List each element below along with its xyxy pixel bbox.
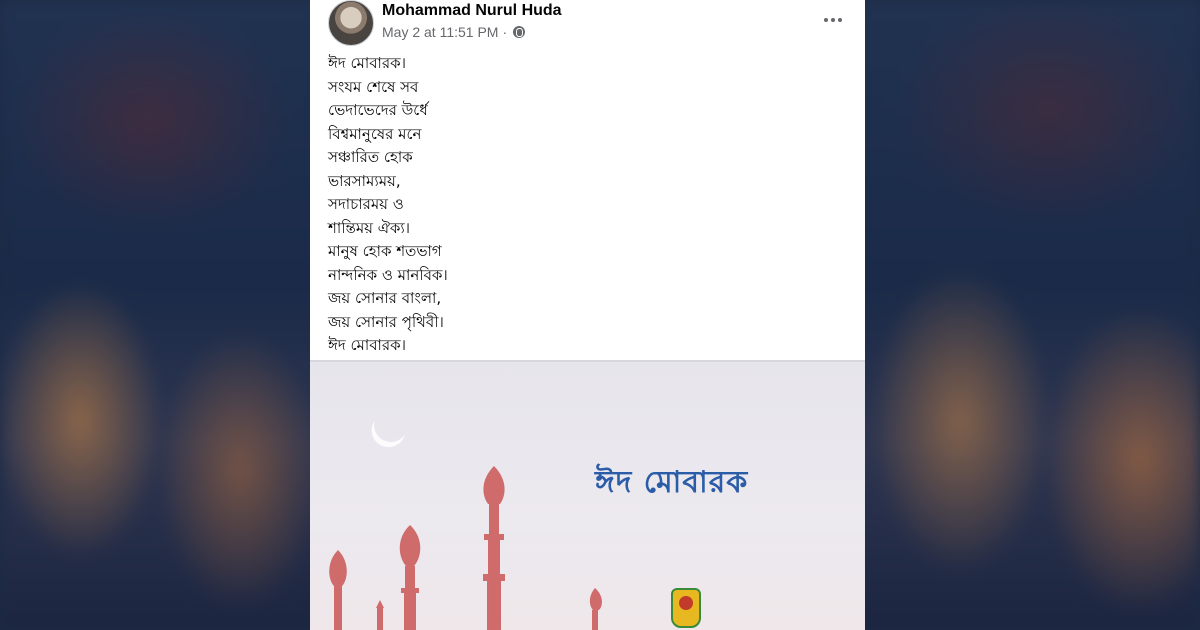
post-line: নান্দনিক ও মানবিক। — [328, 265, 448, 284]
post-line: সংযম শেষে সব — [328, 77, 419, 96]
post-line: ঈদ মোবারক। — [328, 336, 407, 354]
post-timestamp[interactable]: May 2 at 11:51 PM — [382, 24, 498, 40]
post-line: সঞ্চারিত হোক — [328, 148, 413, 166]
avatar[interactable] — [328, 0, 374, 46]
post-line: মানুষ হোক শতভাগ — [328, 242, 442, 260]
author-name[interactable]: Mohammad Nurul Huda — [382, 2, 562, 20]
post-line: জয় সোনার পৃথিবী। — [328, 312, 444, 331]
post-meta: May 2 at 11:51 PM · — [382, 24, 526, 40]
minarets-illustration — [329, 466, 602, 630]
globe-icon[interactable] — [513, 26, 526, 38]
meta-separator: · — [502, 24, 508, 40]
post-line: সদাচারময় ও — [328, 195, 404, 213]
image-caption: ঈদ মোবারক — [595, 465, 749, 500]
post-line: শান্তিময় ঐক্য। — [328, 218, 411, 237]
post-text: ঈদ মোবারক। সংযম শেষে সব ভেদাভেদের উর্ধে … — [328, 52, 848, 358]
emblem-icon — [671, 588, 701, 628]
post-line: ভারসাম্যময়, — [328, 171, 401, 190]
more-options-icon[interactable] — [821, 10, 845, 30]
post-line: বিশ্বমানুষের মনে — [328, 124, 422, 143]
post-line: জয় সোনার বাংলা, — [328, 289, 442, 307]
post-line: ভেদাভেদের উর্ধে — [328, 101, 428, 119]
facebook-post: Mohammad Nurul Huda May 2 at 11:51 PM · … — [310, 0, 865, 630]
post-image[interactable]: ঈদ মোবারক — [310, 360, 865, 630]
post-line: ঈদ মোবারক। — [328, 54, 407, 72]
post-header: Mohammad Nurul Huda May 2 at 11:51 PM · — [310, 0, 865, 50]
